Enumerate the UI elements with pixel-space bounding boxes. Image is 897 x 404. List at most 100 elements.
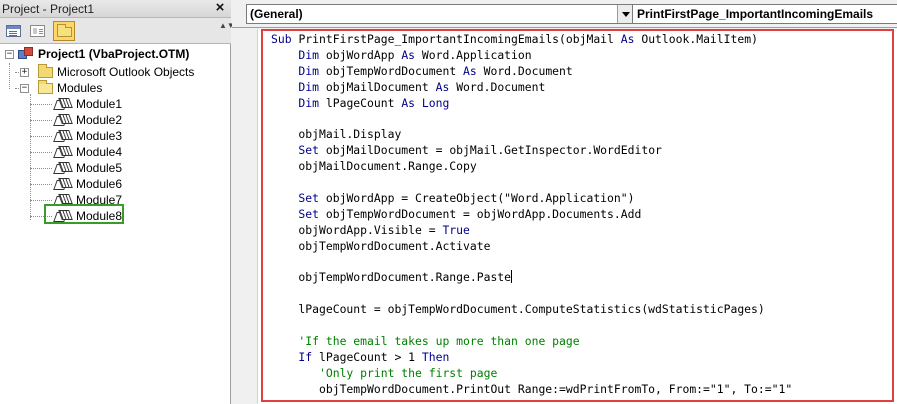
- code-keyword: Sub: [271, 32, 299, 46]
- code-keyword: Set: [271, 206, 326, 221]
- code-keyword: Set: [271, 143, 326, 158]
- module-icon: [55, 130, 70, 142]
- code-token: PrintFirstPage_ImportantIncomingEmails(o…: [298, 32, 621, 46]
- code-line[interactable]: Set objTempWordDocument = objWordApp.Doc…: [271, 207, 792, 223]
- module-icon: [55, 178, 70, 190]
- tree-node-module4[interactable]: Module4: [0, 144, 230, 160]
- code-line[interactable]: objMailDocument.Range.Copy: [271, 159, 792, 175]
- code-keyword: Dim: [271, 63, 326, 78]
- selected-module-highlight: [44, 204, 124, 224]
- tree-node-module5[interactable]: Module5: [0, 160, 230, 176]
- code-token: Word.Document: [483, 63, 573, 78]
- code-line[interactable]: Set objWordApp = CreateObject("Word.Appl…: [271, 191, 792, 207]
- project-explorer-titlebar: Project - Project1 ×: [0, 0, 231, 18]
- open-folder-icon: [38, 80, 53, 94]
- code-line[interactable]: Dim objTempWordDocument As Word.Document: [271, 64, 792, 80]
- code-line[interactable]: objTempWordDocument.Activate: [271, 239, 792, 255]
- code-line[interactable]: [271, 254, 792, 270]
- code-line[interactable]: [271, 175, 792, 191]
- code-token: objWordApp.Visible =: [271, 222, 443, 237]
- code-keyword: Dim: [271, 47, 326, 62]
- module-icon: [55, 114, 70, 126]
- tree-node-modules[interactable]: − Modules: [0, 80, 230, 96]
- procedure-dropdown[interactable]: PrintFirstPage_ImportantIncomingEmails: [632, 4, 897, 24]
- code-keyword: As: [620, 32, 642, 46]
- code-line[interactable]: Set objMailDocument = objMail.GetInspect…: [271, 143, 792, 159]
- code-keyword: Set: [271, 190, 326, 205]
- tree-node-module1[interactable]: Module1: [0, 96, 230, 112]
- code-line[interactable]: objMail.Display: [271, 127, 792, 143]
- tree-label-module: Module4: [76, 145, 123, 159]
- tree-label-module: Module3: [76, 129, 123, 143]
- view-code-button[interactable]: [2, 21, 24, 41]
- code-token: Outlook.MailItem): [641, 32, 758, 46]
- code-token: objMail.Display: [271, 127, 402, 142]
- code-line[interactable]: Dim lPageCount As Long: [271, 96, 792, 112]
- code-text[interactable]: Sub PrintFirstPage_ImportantIncomingEmai…: [271, 32, 792, 397]
- module-icon: [55, 146, 70, 158]
- code-keyword: As: [463, 63, 484, 78]
- code-token: objTempWordDocument: [325, 63, 464, 78]
- code-line[interactable]: objWordApp.Visible = True: [271, 223, 792, 239]
- toolbar-scroll-arrows-icon[interactable]: ▲▼: [219, 20, 235, 42]
- project-explorer-toolbar: ▲▼: [0, 18, 235, 44]
- expand-icon[interactable]: +: [20, 68, 29, 77]
- code-keyword: As Long: [401, 95, 450, 110]
- code-token: objMailDocument: [325, 79, 436, 94]
- code-keyword: Dim: [271, 79, 326, 94]
- code-line[interactable]: [271, 111, 792, 127]
- code-keyword: If: [271, 349, 320, 364]
- margin-indicator-bar[interactable]: [232, 29, 258, 404]
- code-token: Word.Document: [456, 79, 546, 94]
- code-token: objWordApp: [325, 47, 402, 62]
- code-line[interactable]: 'If the email takes up more than one pag…: [271, 334, 792, 350]
- code-line[interactable]: objTempWordDocument.Range.Paste: [271, 270, 792, 286]
- tree-node-project1[interactable]: − Project1 (VbaProject.OTM): [0, 46, 230, 62]
- tree-node-module6[interactable]: Module6: [0, 176, 230, 192]
- tree-label-project1: Project1 (VbaProject.OTM): [38, 47, 190, 61]
- tree-label-module: Module2: [76, 113, 123, 127]
- code-token: objTempWordDocument.PrintOut Range:=wdPr…: [271, 381, 793, 396]
- code-token: lPageCount: [325, 95, 402, 110]
- code-token: objTempWordDocument.Range.Paste: [271, 270, 512, 285]
- tree-node-module3[interactable]: Module3: [0, 128, 230, 144]
- code-editor[interactable]: Sub PrintFirstPage_ImportantIncomingEmai…: [232, 29, 897, 404]
- code-line[interactable]: Sub PrintFirstPage_ImportantIncomingEmai…: [271, 32, 792, 48]
- object-dropdown[interactable]: (General): [246, 4, 635, 24]
- toggle-folders-button[interactable]: [53, 21, 75, 41]
- code-token: objMailDocument = objMail.GetInspector.W…: [325, 143, 662, 158]
- code-line[interactable]: lPageCount = objTempWordDocument.Compute…: [271, 302, 792, 318]
- collapse-icon[interactable]: −: [20, 84, 29, 93]
- code-line[interactable]: objTempWordDocument.PrintOut Range:=wdPr…: [271, 382, 792, 398]
- tree-label-module: Module1: [76, 97, 123, 111]
- code-line[interactable]: Dim objMailDocument As Word.Document: [271, 80, 792, 96]
- module-icon: [55, 98, 70, 110]
- project-explorer: Project - Project1 × ▲▼ − Project1 (VbaP…: [0, 0, 235, 404]
- close-icon[interactable]: ×: [212, 0, 228, 16]
- project-explorer-title: Project - Project1: [2, 2, 95, 16]
- code-line[interactable]: Dim objWordApp As Word.Application: [271, 48, 792, 64]
- code-line[interactable]: If lPageCount > 1 Then: [271, 350, 792, 366]
- tree-node-module2[interactable]: Module2: [0, 112, 230, 128]
- tree-label-module: Module5: [76, 161, 123, 175]
- tree-label-outlook-objects: Microsoft Outlook Objects: [57, 65, 195, 79]
- code-window: (General) PrintFirstPage_ImportantIncomi…: [232, 0, 897, 404]
- code-keyword: Dim: [271, 95, 326, 110]
- code-line[interactable]: [271, 286, 792, 302]
- code-keyword: True: [442, 222, 470, 237]
- view-object-icon: [30, 25, 45, 37]
- code-line[interactable]: [271, 318, 792, 334]
- folder-icon: [57, 24, 72, 37]
- tree-label-module: Module6: [76, 177, 123, 191]
- code-comment: 'If the email takes up more than one pag…: [271, 333, 580, 348]
- collapse-icon[interactable]: −: [5, 50, 14, 59]
- code-line[interactable]: 'Only print the first page: [271, 366, 792, 382]
- tree-node-outlook-objects[interactable]: + Microsoft Outlook Objects: [0, 64, 230, 80]
- tree-label-modules: Modules: [57, 81, 103, 95]
- view-object-button[interactable]: [26, 21, 48, 41]
- code-token: lPageCount = objTempWordDocument.Compute…: [271, 302, 765, 317]
- code-window-header: (General) PrintFirstPage_ImportantIncomi…: [232, 0, 897, 28]
- code-token: Word.Application: [421, 47, 532, 62]
- procedure-dropdown-value: PrintFirstPage_ImportantIncomingEmails: [637, 7, 874, 21]
- object-dropdown-value: (General): [250, 7, 303, 21]
